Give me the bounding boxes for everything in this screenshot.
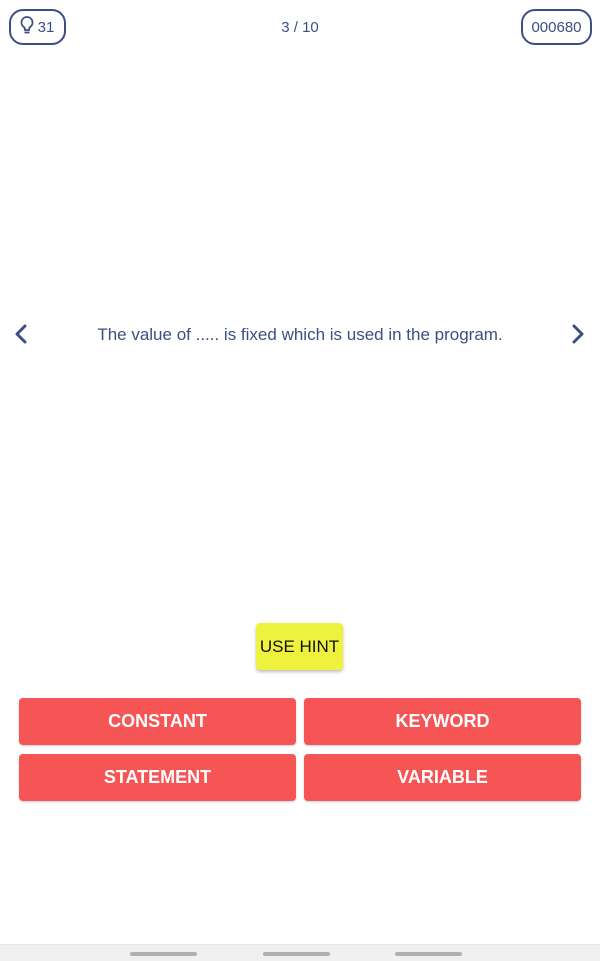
answer-button-constant[interactable]: CONSTANT bbox=[19, 698, 296, 745]
answer-button-statement[interactable]: STATEMENT bbox=[19, 754, 296, 801]
chevron-left-icon bbox=[14, 323, 28, 350]
system-navigation-bar bbox=[0, 944, 600, 961]
nav-handle[interactable] bbox=[130, 952, 197, 956]
answer-button-variable[interactable]: VARIABLE bbox=[304, 754, 581, 801]
next-question-button[interactable] bbox=[566, 322, 590, 350]
question-text: The value of ..... is fixed which is use… bbox=[97, 325, 503, 344]
chevron-right-icon bbox=[571, 323, 585, 350]
answer-button-keyword[interactable]: KEYWORD bbox=[304, 698, 581, 745]
score-display: 000680 bbox=[521, 9, 592, 45]
previous-question-button[interactable] bbox=[9, 322, 33, 350]
use-hint-button[interactable]: USE HINT bbox=[256, 623, 343, 670]
question-progress: 3 / 10 bbox=[281, 19, 319, 36]
nav-handle[interactable] bbox=[395, 952, 462, 956]
nav-handle[interactable] bbox=[263, 952, 330, 956]
